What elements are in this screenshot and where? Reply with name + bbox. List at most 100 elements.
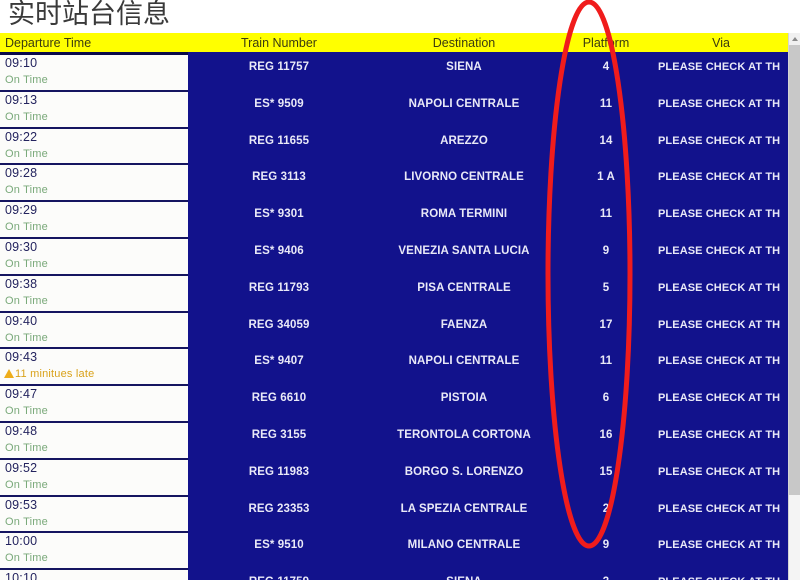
cell-train-number: REG 34059 [188, 313, 370, 350]
cell-via: PLEASE CHECK AT TH [654, 92, 788, 129]
cell-platform: 9 [558, 533, 654, 570]
status-badge-on-time: On Time [5, 74, 48, 86]
train-number-value: REG 6610 [251, 392, 307, 405]
status-badge-on-time: On Time [5, 184, 48, 197]
cell-platform: 6 [558, 386, 654, 423]
table-header-row: Departure Time Train Number Destination … [0, 33, 788, 52]
table-row[interactable]: 09:40 On Time REG 34059 FAENZA 17 PLEASE CHEC… [0, 312, 788, 350]
cell-train-number: ES* 9510 [188, 533, 370, 570]
table-row[interactable]: 09:52 On Time REG 11983 BORGO S. LORENZO 15 P… [0, 459, 788, 497]
platform-value: 9 [602, 539, 610, 552]
cell-departure-time: 09:30 On Time [0, 238, 188, 276]
table-row[interactable]: 09:10 On Time REG 11757 SIENA 4 PLEASE CHECK … [0, 55, 788, 92]
train-number-value: REG 11793 [248, 281, 310, 294]
cell-via: PLEASE CHECK AT TH [654, 55, 788, 92]
cell-destination: NAPOLI CENTRALE [370, 349, 558, 386]
table-row[interactable]: 10:00 On Time ES* 9510 MILANO CENTRALE 9 PLEA… [0, 533, 788, 571]
cell-platform: 17 [558, 313, 654, 350]
cell-via: PLEASE CHECK AT TH [654, 497, 788, 534]
destination-value: AREZZO [440, 134, 488, 147]
departure-time-value: 10:10 [5, 571, 38, 580]
train-number-value: REG 11759 [188, 576, 370, 580]
destination-value: PISA CENTRALE [417, 281, 511, 294]
column-header-train-number[interactable]: Train Number [188, 36, 370, 50]
destination-value: LIVORNO CENTRALE [404, 171, 524, 184]
cell-destination: FAENZA [370, 313, 558, 350]
warning-triangle-icon [4, 369, 14, 379]
table-row[interactable]: 09:13 On Time ES* 9509 NAPOLI CENTRALE 11 PLE… [0, 91, 788, 129]
departure-time-value: 09:22 [5, 129, 38, 144]
via-value: PLEASE CHECK AT TH [658, 208, 781, 221]
via-value: PLEASE CHECK AT TH [658, 465, 781, 478]
cell-train-number: REG 6610 [188, 386, 370, 423]
cell-train-number: REG 11655 [188, 129, 370, 166]
scrollbar-thumb[interactable] [789, 45, 800, 495]
cell-departure-time: 09:38 On Time [0, 275, 188, 313]
cell-platform: 1 A [558, 165, 654, 202]
via-value: PLEASE CHECK AT TH [658, 392, 781, 405]
table-row[interactable]: 09:28 On Time REG 3113 LIVORNO CENTRALE 1 A P… [0, 165, 788, 203]
scroll-up-arrow-icon[interactable] [789, 33, 800, 45]
column-header-departure-time[interactable]: Departure Time [0, 36, 188, 50]
via-value: PLEASE CHECK AT TH [658, 318, 781, 331]
cell-via: PLEASE CHECK AT TH [654, 165, 788, 202]
platform-value: 16 [599, 428, 613, 441]
cell-platform: 11 [558, 349, 654, 386]
status-badge-on-time: On Time [5, 294, 48, 307]
via-value: PLEASE CHECK AT TH [658, 539, 781, 552]
cell-platform: 5 [558, 276, 654, 313]
status-badge-delayed: 11 minitues late [4, 368, 94, 380]
cell-departure-time: 09:28 On Time [0, 165, 188, 203]
destination-value: TERONTOLA CORTONA [397, 428, 531, 441]
train-number-value: ES* 9301 [254, 208, 304, 221]
cell-via: PLEASE CHECK AT TH [654, 570, 788, 580]
via-value: PLEASE CHECK AT TH [658, 502, 781, 515]
platform-value: 15 [599, 465, 613, 478]
via-value: PLEASE CHECK AT TH [658, 171, 781, 184]
cell-platform: 4 [558, 55, 654, 92]
cell-train-number: ES* 9509 [188, 92, 370, 129]
cell-destination: LIVORNO CENTRALE [370, 165, 558, 202]
train-number-value: ES* 9510 [254, 539, 304, 552]
table-row[interactable]: 09:38 On Time REG 11793 PISA CENTRALE 5 PLEAS… [0, 275, 788, 313]
departure-time-value: 09:13 [5, 92, 38, 107]
table-row[interactable]: 09:29 On Time ES* 9301 ROMA TERMINI 11 PLEASE… [0, 202, 788, 239]
cell-departure-time: 09:22 On Time [0, 128, 188, 166]
column-header-via[interactable]: Via [654, 36, 788, 50]
departure-board: Departure Time Train Number Destination … [0, 33, 800, 580]
table-row[interactable]: 09:22 On Time REG 11655 AREZZO 14 PLEASE CHEC… [0, 128, 788, 166]
destination-value: SIENA [446, 61, 482, 73]
platform-value: 3 [558, 576, 654, 580]
destination-value: PISTOIA [440, 392, 488, 405]
table-row[interactable]: 09:47 On Time REG 6610 PISTOIA 6 PLEASE CHECK… [0, 386, 788, 423]
destination-value: MILANO CENTRALE [407, 539, 521, 552]
column-header-platform[interactable]: Platform [558, 36, 654, 50]
column-header-destination[interactable]: Destination [370, 36, 558, 50]
cell-platform: 11 [558, 202, 654, 239]
departure-time-value: 09:47 [5, 387, 38, 402]
train-number-value: REG 34059 [248, 318, 310, 331]
cell-via: PLEASE CHECK AT TH [654, 460, 788, 497]
departure-time-value: 10:00 [5, 534, 38, 549]
cell-destination: PISTOIA [370, 386, 558, 423]
cell-train-number: ES* 9406 [188, 239, 370, 276]
vertical-scrollbar[interactable] [788, 33, 800, 580]
departure-time-value: 09:10 [5, 56, 38, 70]
scrollbar-track[interactable] [789, 495, 800, 580]
table-row[interactable]: 10:10On TimeREG 11759SIENA3 PLEASE CHECK … [0, 570, 788, 580]
via-value: PLEASE CHECK AT TH [658, 576, 788, 580]
table-body: 09:10 On Time REG 11757 SIENA 4 PLEASE CHECK … [0, 55, 788, 580]
cell-destination: NAPOLI CENTRALE [370, 92, 558, 129]
train-number-value: ES* 9509 [254, 97, 304, 110]
page-title: 实时站台信息 [8, 0, 170, 29]
status-text: 11 minitues late [15, 368, 95, 381]
table-row[interactable]: 09:43 11 minitues late ES* 9407 NAPOLI CENT… [0, 349, 788, 387]
platform-value: 4 [602, 61, 610, 73]
cell-train-number: ES* 9407 [188, 349, 370, 386]
table-row[interactable]: 09:30 On Time ES* 9406 VENEZIA SANTA LUCIA 9… [0, 238, 788, 276]
table-row[interactable]: 09:48 On Time REG 3155 TERONTOLA CORTONA 16 P… [0, 422, 788, 460]
platform-value: 11 [599, 355, 613, 368]
table-row[interactable]: 09:53 On Time REG 23353 LA SPEZIA CENTRALE 2… [0, 496, 788, 534]
cell-via: PLEASE CHECK AT TH [654, 386, 788, 423]
cell-destination: SIENA [370, 55, 558, 92]
